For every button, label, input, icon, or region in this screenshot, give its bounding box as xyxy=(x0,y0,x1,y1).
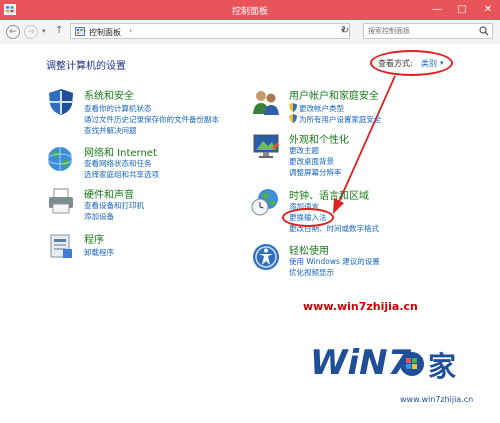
link-optimize-display[interactable]: 优化视频显示 xyxy=(289,267,334,278)
link-change-account-type[interactable]: 更改帐户类型 xyxy=(289,103,344,114)
link-devices-printers[interactable]: 查看设备和打印机 xyxy=(84,200,144,211)
ease-of-access-icon xyxy=(253,244,279,270)
network-icon xyxy=(47,147,73,171)
monitor-icon xyxy=(253,134,280,158)
category-clock-language-region: 时钟、语言和区域 添加语言 更换输入法 更改日期、时间或数字格式 xyxy=(251,187,451,237)
category-title[interactable]: 硬件和声音 xyxy=(84,186,134,201)
printer-icon xyxy=(49,188,73,214)
category-title[interactable]: 外观和个性化 xyxy=(289,131,349,146)
breadcrumb-separator-icon: › xyxy=(83,26,87,35)
back-arrow-icon: ← xyxy=(9,27,17,37)
globe-clock-icon xyxy=(251,189,278,216)
link-label: 为所有用户设置家庭安全 xyxy=(299,115,382,124)
minimize-button[interactable]: — xyxy=(425,0,449,20)
category-programs: 程序 卸载程序 xyxy=(46,231,246,265)
category-system-security: 系统和安全 查看你的计算机状态 通过文件历史记录保存你的文件备份副本 查找并解决… xyxy=(46,87,246,142)
link-uninstall-program[interactable]: 卸载程序 xyxy=(84,247,114,258)
link-family-safety[interactable]: 为所有用户设置家庭安全 xyxy=(289,114,382,125)
category-title[interactable]: 网络和 Internet xyxy=(84,144,157,159)
close-icon: ✕ xyxy=(483,4,493,15)
search-icon xyxy=(479,26,489,36)
link-troubleshoot[interactable]: 查找并解决问题 xyxy=(84,125,137,136)
up-button[interactable]: ↑ xyxy=(55,25,63,36)
svg-text:家: 家 xyxy=(428,350,456,383)
category-title[interactable]: 系统和安全 xyxy=(84,87,134,102)
link-change-theme[interactable]: 更改主题 xyxy=(289,145,319,156)
chevron-down-icon: ▾ xyxy=(42,27,46,35)
category-title[interactable]: 程序 xyxy=(84,231,104,246)
annotation-circle-input-method xyxy=(282,208,334,227)
category-hardware-sound: 硬件和声音 查看设备和打印机 添加设备 xyxy=(46,186,246,226)
search-box[interactable] xyxy=(363,23,493,39)
link-recommended-settings[interactable]: 使用 Windows 建议的设置 xyxy=(289,256,380,267)
category-ease-of-access: 轻松使用 使用 Windows 建议的设置 优化视频显示 xyxy=(251,242,451,282)
refresh-button[interactable]: ↻ xyxy=(341,25,349,36)
uac-shield-icon xyxy=(289,103,297,112)
navigation-bar: ← → ▾ ↑ › 控制面板 › ▾ ↻ xyxy=(0,20,500,45)
search-input[interactable] xyxy=(368,27,476,35)
link-network-status[interactable]: 查看网络状态和任务 xyxy=(84,158,152,169)
address-bar[interactable]: › 控制面板 › ▾ xyxy=(70,23,350,39)
back-button[interactable]: ← xyxy=(6,25,20,39)
link-view-computer-status[interactable]: 查看你的计算机状态 xyxy=(84,103,152,114)
minimize-icon: — xyxy=(432,4,442,15)
link-file-history[interactable]: 通过文件历史记录保存你的文件备份副本 xyxy=(84,114,219,125)
close-button[interactable]: ✕ xyxy=(476,0,500,20)
up-arrow-icon: ↑ xyxy=(55,25,64,36)
refresh-icon: ↻ xyxy=(341,25,350,36)
category-title[interactable]: 轻松使用 xyxy=(289,242,329,257)
category-title[interactable]: 用户帐户和家庭安全 xyxy=(289,87,379,102)
svg-text:WiN7: WiN7 xyxy=(310,343,412,383)
breadcrumb[interactable]: 控制面板 xyxy=(89,27,121,38)
shield-system-icon xyxy=(49,89,73,115)
maximize-button[interactable]: □ xyxy=(450,0,474,20)
link-add-device[interactable]: 添加设备 xyxy=(84,211,114,222)
uac-shield-icon xyxy=(289,114,297,123)
category-title[interactable]: 时钟、语言和区域 xyxy=(289,187,369,202)
category-user-accounts: 用户帐户和家庭安全 更改帐户类型 为所有用户设置家庭安全 xyxy=(251,87,451,132)
forward-button[interactable]: → xyxy=(24,25,38,39)
maximize-icon: □ xyxy=(457,4,467,15)
annotation-circle-view-by xyxy=(370,50,453,76)
users-icon xyxy=(253,91,279,115)
link-homegroup-sharing[interactable]: 选择家庭组和共享选项 xyxy=(84,169,159,180)
page-heading: 调整计算机的设置 xyxy=(46,61,126,72)
category-network-internet: 网络和 Internet 查看网络状态和任务 选择家庭组和共享选项 xyxy=(46,144,246,184)
breadcrumb-separator-icon: › xyxy=(129,26,133,35)
win7zhijia-logo: WiN7 家 www.win7zhijia.cn xyxy=(302,322,478,410)
link-change-background[interactable]: 更改桌面背景 xyxy=(289,156,334,167)
svg-text:www.win7zhijia.cn: www.win7zhijia.cn xyxy=(400,395,473,404)
forward-arrow-icon: → xyxy=(27,27,35,37)
link-screen-resolution[interactable]: 调整屏幕分辨率 xyxy=(289,167,342,178)
category-appearance: 外观和个性化 更改主题 更改桌面背景 调整屏幕分辨率 xyxy=(251,131,451,181)
watermark-url: www.win7zhijia.cn xyxy=(303,300,418,313)
link-label: 更改帐户类型 xyxy=(299,104,344,113)
recent-locations-button[interactable]: ▾ xyxy=(42,27,46,35)
title-bar: 控制面板 — □ ✕ xyxy=(0,0,500,20)
programs-icon xyxy=(50,234,72,258)
